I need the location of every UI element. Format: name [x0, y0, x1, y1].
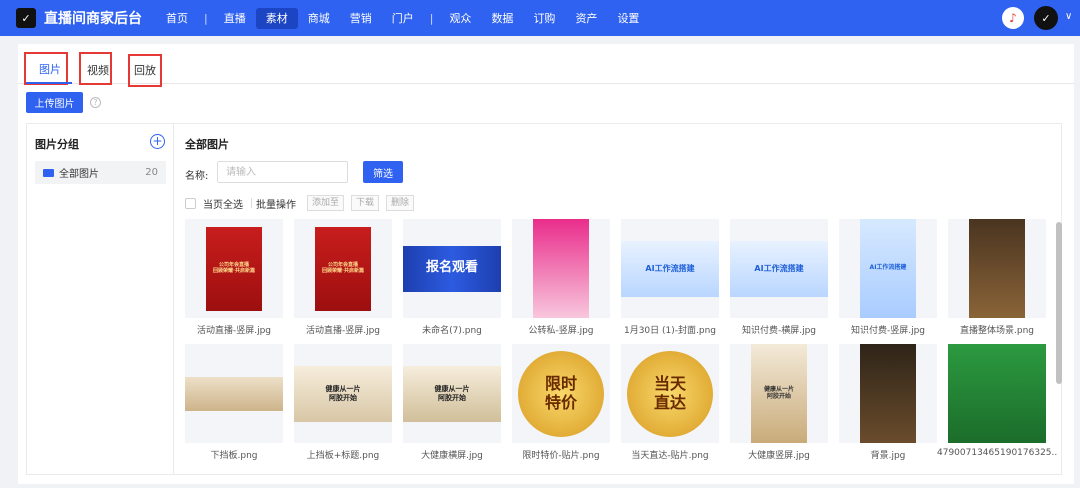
image-caption: 限时特价-贴片.png	[522, 451, 600, 461]
nav-assets[interactable]: 资产	[565, 8, 607, 29]
name-label: 名称:	[185, 171, 209, 182]
image-thumbnail[interactable]: AI工作流搭建	[621, 219, 719, 318]
nav-audience[interactable]: 观众	[439, 8, 481, 29]
batch-label: 批量操作	[256, 199, 296, 211]
gallery-panel: 图片分组 + 全部图片 20 全部图片 名称: 筛选 当页全选 批量操作 添加至…	[26, 123, 1062, 475]
image-preview: AI工作流搭建	[860, 219, 916, 318]
highlight-box	[79, 52, 112, 85]
image-caption: 未命名(7).png	[422, 326, 482, 336]
group-name: 全部图片	[59, 169, 99, 180]
image-caption: 当天直达-贴片.png	[631, 451, 709, 461]
image-caption: 1月30日 (1)-封面.png	[623, 326, 717, 336]
image-thumbnail[interactable]: 健康从一片 阿胶开始	[403, 344, 501, 443]
image-caption: 知识付费-横屏.jpg	[741, 326, 817, 336]
highlight-box	[128, 54, 162, 87]
image-thumbnail[interactable]	[185, 344, 283, 443]
image-preview: AI工作流搭建	[621, 240, 719, 297]
image-caption: 公转私-竖屏.jpg	[528, 326, 594, 336]
delete-button[interactable]: 删除	[386, 195, 415, 211]
image-preview	[948, 344, 1046, 443]
image-thumbnail[interactable]: AI工作流搭建	[730, 219, 828, 318]
nav-separator: |	[204, 11, 208, 25]
image-thumbnail[interactable]: AI工作流搭建	[839, 219, 937, 318]
image-caption: 背景.jpg	[870, 451, 906, 461]
chevron-down-icon[interactable]: ∨	[1065, 11, 1072, 22]
image-preview: 健康从一片 阿胶开始	[403, 365, 501, 422]
image-caption: 上挡板+标题.png	[306, 451, 380, 461]
image-caption: 大健康竖屏.jpg	[748, 451, 810, 461]
nav-order[interactable]: 订购	[523, 8, 565, 29]
nav-portal[interactable]: 门户	[382, 8, 424, 29]
folder-icon	[43, 168, 54, 177]
avatar[interactable]: ✓	[1034, 6, 1058, 30]
filter-button[interactable]: 筛选	[363, 161, 403, 183]
scrollbar[interactable]	[1056, 222, 1062, 384]
nav-marketing[interactable]: 营销	[340, 8, 382, 29]
image-thumbnail[interactable]: 报名观看	[403, 219, 501, 318]
add-to-button[interactable]: 添加至	[307, 195, 345, 211]
image-caption: 活动直播-竖屏.jpg	[196, 326, 272, 336]
help-icon[interactable]: ?	[90, 97, 101, 108]
image-thumbnail[interactable]: 健康从一片 阿胶开始	[730, 344, 828, 443]
image-caption: 知识付费-竖屏.jpg	[850, 326, 926, 336]
nav-settings[interactable]: 设置	[607, 8, 649, 29]
image-preview: 公司年会直播 回顾荣耀·共启新篇	[315, 226, 371, 311]
bell-icon[interactable]: ♪	[1002, 7, 1024, 29]
download-button[interactable]: 下载	[351, 195, 380, 211]
image-preview: AI工作流搭建	[730, 240, 828, 297]
brand-title: 直播间商家后台	[44, 11, 142, 27]
main-nav: 首页 | 直播 素材 商城 营销 门户 | 观众 数据 订购 资产 设置	[156, 7, 649, 29]
upload-image-button[interactable]: 上传图片	[26, 92, 83, 113]
group-count: 20	[145, 167, 158, 178]
image-preview: 报名观看	[403, 245, 501, 292]
image-caption: 直播整体场景.png	[960, 326, 1034, 336]
image-thumbnail[interactable]	[948, 344, 1046, 443]
image-thumbnail[interactable]	[948, 219, 1046, 318]
group-item-all[interactable]: 全部图片 20	[35, 161, 166, 184]
image-thumbnail[interactable]: 当天 直达	[621, 344, 719, 443]
nav-material[interactable]: 素材	[255, 7, 298, 29]
divider	[251, 198, 252, 208]
batch-toolbar: 当页全选 批量操作 添加至 下载 删除	[185, 195, 415, 211]
nav-mall[interactable]: 商城	[298, 8, 340, 29]
content-card: 图片 视频 回放 上传图片 ? 图片分组 + 全部图片 20 全部图片 名称: …	[18, 44, 1074, 484]
nav-data[interactable]: 数据	[481, 8, 523, 29]
tab-bar: 图片 视频 回放	[18, 44, 1074, 87]
group-sidebar: 图片分组 + 全部图片 20	[27, 124, 174, 474]
nav-separator: |	[429, 11, 434, 25]
logo-icon: ✓	[16, 8, 36, 28]
highlight-box	[24, 52, 68, 85]
add-group-icon[interactable]: +	[150, 134, 165, 149]
nav-home[interactable]: 首页	[156, 8, 198, 29]
nav-live[interactable]: 直播	[214, 8, 256, 29]
image-thumbnail[interactable]: 健康从一片 阿胶开始	[294, 344, 392, 443]
image-caption: 47900713465190176325...	[937, 448, 1057, 458]
image-preview: 公司年会直播 回顾荣耀·共启新篇	[206, 226, 262, 311]
image-preview: 当天 直达	[627, 350, 713, 437]
image-preview	[533, 219, 589, 318]
section-title: 全部图片	[185, 138, 229, 151]
active-tab-indicator	[26, 82, 72, 84]
image-caption: 大健康横屏.jpg	[421, 451, 483, 461]
image-preview: 健康从一片 阿胶开始	[751, 344, 807, 443]
image-thumbnail[interactable]: 限时 特价	[512, 344, 610, 443]
image-preview	[860, 344, 916, 443]
image-preview	[969, 219, 1025, 318]
select-all-label: 当页全选	[203, 199, 243, 211]
image-thumbnail[interactable]	[839, 344, 937, 443]
image-thumbnail[interactable]	[512, 219, 610, 318]
image-caption: 下挡板.png	[210, 451, 258, 461]
name-search-input[interactable]	[217, 161, 348, 183]
image-preview: 限时 特价	[518, 350, 604, 437]
image-preview	[185, 376, 283, 411]
image-preview: 健康从一片 阿胶开始	[294, 365, 392, 422]
image-thumbnail[interactable]: 公司年会直播 回顾荣耀·共启新篇	[185, 219, 283, 318]
select-all-checkbox[interactable]	[185, 197, 196, 209]
group-title: 图片分组	[35, 138, 79, 151]
image-caption: 活动直播-竖屏.jpg	[305, 326, 381, 336]
image-thumbnail[interactable]: 公司年会直播 回顾荣耀·共启新篇	[294, 219, 392, 318]
top-navigation-bar: ✓ 直播间商家后台 首页 | 直播 素材 商城 营销 门户 | 观众 数据 订购…	[0, 0, 1080, 36]
